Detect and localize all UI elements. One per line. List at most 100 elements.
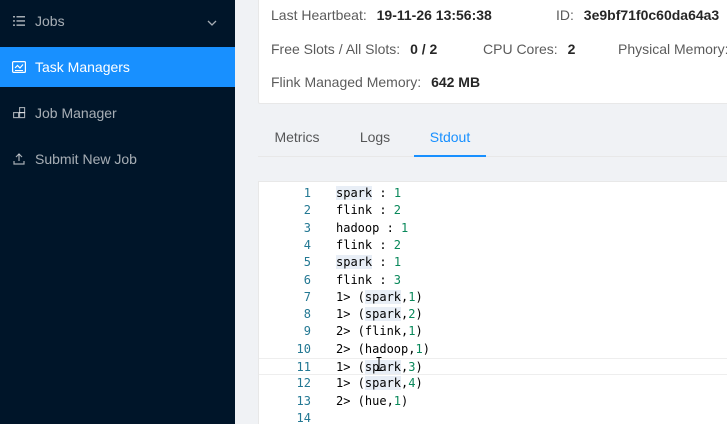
sidebar-item-job-manager[interactable]: Job Manager: [0, 93, 235, 133]
code-token-num: 1: [415, 341, 423, 356]
code-line: 10 2> (hadoop,1): [259, 341, 727, 358]
code-line: 4 flink : 2: [259, 237, 727, 254]
line-number: 4: [303, 237, 311, 252]
upload-icon: [12, 152, 26, 166]
stdout-editor[interactable]: 1 spark : 1 2 flink : 2 3 hadoop : 1 4 flink : …: [258, 181, 727, 424]
code-text: 1> (spark,4): [336, 375, 423, 392]
code-token-hl: spark: [364, 307, 402, 322]
code-line: 11 1> (spark,3): [259, 358, 727, 376]
sidebar-item-label: Job Manager: [35, 105, 117, 121]
code-token-num: 1: [401, 220, 409, 235]
code-token-pre: flink :: [336, 272, 394, 287]
dashboard-icon: [12, 60, 26, 74]
code-text: flink : 3: [336, 272, 401, 289]
code-token-hl: spark: [364, 289, 402, 304]
code-text: spark : 1: [336, 254, 401, 271]
line-number: 12: [296, 376, 311, 391]
line-number: 14: [296, 410, 311, 424]
line-number: 13: [296, 393, 311, 408]
code-line: 14: [259, 410, 727, 424]
code-line: 13 2> (hue,1): [259, 393, 727, 410]
line-number: 5: [303, 255, 311, 270]
line-number: 3: [303, 220, 311, 235]
line-number: 7: [303, 289, 311, 304]
code-line: 1 spark : 1: [259, 185, 727, 202]
task-manager-id: ID: 3e9bf71f0c60da64a3: [556, 7, 720, 23]
code-token-hl: spark: [336, 255, 373, 270]
code-token-num: 2: [393, 237, 402, 252]
code-text: 2> (hue,1): [336, 393, 408, 410]
code-token-pre: 2> (flink,: [336, 324, 409, 339]
slots: Free Slots / All Slots: 0 / 2: [271, 41, 438, 57]
code-line: 6 flink : 3: [259, 272, 727, 289]
code-token-hl: spark: [364, 376, 402, 391]
code-line: 8 1> (spark,2): [259, 306, 727, 323]
code-token-pre: 2> (hue,: [336, 393, 394, 408]
code-line: 7 1> (spark,1): [259, 289, 727, 306]
code-text: spark : 1: [336, 185, 401, 202]
code-token-pre: hadoop :: [336, 220, 402, 235]
sidebar: Jobs Task Managers Job Manager Submit Ne…: [0, 0, 235, 424]
code-line: 3 hadoop : 1: [259, 220, 727, 237]
code-token-num: 1: [393, 393, 402, 408]
line-number: 8: [303, 307, 311, 322]
physical-memory: Physical Memory:: [618, 41, 727, 57]
code-token-pre: 1> (: [336, 376, 365, 391]
line-number: 11: [296, 360, 311, 374]
cluster-icon: [12, 106, 26, 120]
code-line: 9 2> (flink,1): [259, 323, 727, 340]
code-token-mid: :: [372, 186, 394, 200]
code-token-post: ): [422, 341, 430, 356]
code-token-post: ): [415, 307, 423, 322]
line-number: 2: [303, 203, 311, 218]
code-text: 1> (spark,1): [336, 289, 423, 306]
code-token-pre: flink :: [336, 203, 394, 218]
sidebar-item-label: Submit New Job: [35, 151, 137, 167]
code-line: 12 1> (spark,4): [259, 375, 727, 392]
tab-metrics[interactable]: Metrics: [258, 118, 336, 157]
code-token-post: ): [415, 324, 423, 339]
code-token-pre: 1> (: [336, 289, 365, 304]
code-text: 1> (spark,2): [336, 306, 423, 323]
code-token-pre: 2> (hadoop,: [336, 341, 416, 356]
code-token-num: 1: [408, 289, 416, 304]
code-token-hl: spark: [364, 360, 402, 374]
code-text: flink : 2: [336, 237, 401, 254]
code-text: flink : 2: [336, 202, 401, 219]
line-number: 10: [296, 341, 311, 356]
cpu-cores: CPU Cores: 2: [483, 41, 576, 57]
code-token-num: 1: [393, 186, 402, 200]
code-token-post: ): [415, 360, 423, 374]
code-token-mid: :: [372, 255, 394, 270]
line-number: 6: [303, 272, 311, 287]
list-icon: [12, 14, 26, 28]
line-number: 1: [303, 186, 311, 200]
flink-managed-memory: Flink Managed Memory: 642 MB: [271, 74, 481, 90]
code-text: 2> (flink,1): [336, 323, 423, 340]
code-token-post: ): [415, 289, 423, 304]
code-token-post: ): [401, 393, 409, 408]
sidebar-item-label: Jobs: [35, 13, 65, 29]
code-token-num: 3: [408, 360, 416, 374]
code-line: 5 spark : 1: [259, 254, 727, 271]
code-token-num: 1: [393, 255, 402, 270]
sidebar-item-submit-new-job[interactable]: Submit New Job: [0, 139, 235, 179]
task-manager-info-card: Last Heartbeat: 19-11-26 13:56:38 ID: 3e…: [258, 0, 727, 104]
sidebar-item-label: Task Managers: [35, 59, 130, 75]
tab-stdout[interactable]: Stdout: [414, 118, 486, 157]
code-token-pre: 1> (: [336, 307, 365, 322]
sidebar-item-task-managers[interactable]: Task Managers: [0, 47, 235, 87]
text-cursor-icon: [376, 357, 382, 371]
chevron-down-icon: [207, 15, 217, 26]
code-token-num: 2: [408, 307, 416, 322]
active-tab-indicator: [414, 155, 486, 157]
code-token-num: 3: [393, 272, 402, 287]
code-token-num: 2: [393, 203, 402, 218]
code-token-post: ): [415, 376, 423, 391]
code-token-hl: spark: [336, 186, 373, 200]
last-heartbeat: Last Heartbeat: 19-11-26 13:56:38: [271, 7, 492, 23]
sidebar-item-jobs[interactable]: Jobs: [0, 1, 235, 41]
code-line: 2 flink : 2: [259, 202, 727, 219]
code-token-pre: 1> (: [336, 360, 365, 374]
tab-logs[interactable]: Logs: [347, 118, 403, 157]
